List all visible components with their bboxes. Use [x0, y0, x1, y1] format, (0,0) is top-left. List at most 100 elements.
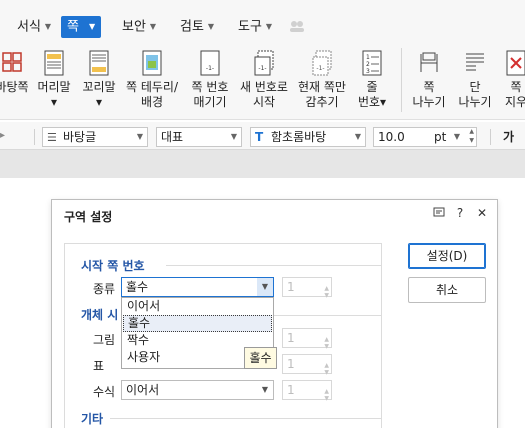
menu-review[interactable]: 검토 ▼	[180, 16, 214, 38]
table-label: 표	[93, 359, 105, 373]
page-break-icon	[420, 52, 438, 72]
toolbar-separator	[490, 129, 491, 145]
column-break-icon	[466, 53, 484, 71]
kind-value: 홀수	[126, 280, 149, 294]
font-value: 함초롬바탕	[271, 130, 327, 144]
header-button[interactable]: 머리말 ▾	[34, 50, 74, 110]
equation-label: 수식	[93, 385, 116, 399]
svg-text:-1-: -1-	[316, 65, 324, 72]
close-icon[interactable]: ✕	[475, 206, 489, 220]
page-border-label: 쪽 테두리/ 배경	[125, 80, 179, 109]
menu-format-label: 서식	[17, 19, 41, 35]
footer-button[interactable]: 꼬리말 ▾	[79, 50, 119, 110]
style-select[interactable]: ☰ 바탕글 ▼	[42, 127, 148, 147]
dropdown-option-odd[interactable]: 홀수	[123, 315, 272, 332]
language-value: 대표	[161, 130, 184, 144]
picture-start-input[interactable]: 1 ▲ ▼	[282, 328, 332, 350]
menu-tools[interactable]: 도구 ▼	[238, 16, 272, 38]
svg-text:-1-: -1-	[206, 65, 214, 72]
master-page-icon	[2, 52, 22, 72]
menu-security[interactable]: 보안 ▼	[122, 16, 156, 38]
hide-page-button[interactable]: -1- 현재 쪽만 감추기	[295, 50, 349, 110]
chevron-down-icon: ▼	[44, 22, 52, 31]
section-start-title: 시작 쪽 번호	[81, 259, 145, 273]
picture-start-value: 1	[287, 331, 295, 345]
menu-bar: 서식 ▼ 쪽 ▼ 보안 ▼ 검토 ▼ 도구 ▼	[0, 0, 525, 42]
svg-text:2: 2	[366, 61, 370, 68]
svg-text:-1-: -1-	[258, 65, 266, 72]
collaboration-icon[interactable]	[289, 19, 305, 33]
menu-format[interactable]: 서식 ▼	[17, 16, 51, 38]
hide-page-label: 현재 쪽만 감추기	[298, 80, 346, 109]
page-break-button[interactable]: 쪽 나누기	[409, 50, 449, 110]
format-toolbar: ▸ ☰ 바탕글 ▼ 대표 ▼ T 함초롬바탕 ▼ 10.0 pt ▼ ▲ ▼ 가	[0, 122, 525, 150]
page-break-label: 쪽 나누기	[412, 80, 446, 109]
footer-menu-caret: ▾	[95, 95, 103, 109]
menu-page[interactable]: 쪽 ▼	[61, 16, 102, 38]
header-menu-caret: ▾	[50, 95, 58, 109]
page-number-button[interactable]: -1- 쪽 번호 매기기	[183, 50, 237, 110]
equation-start-input[interactable]: 1 ▲ ▼	[282, 380, 332, 402]
section-setup-dialog: 구역 설정 ? ✕ 시작 쪽 번호 종류 홀수 ▼ 1 ▲ ▼ 개체 시 그림 …	[51, 199, 498, 428]
table-start-value: 1	[287, 357, 295, 371]
dialog-title: 구역 설정	[64, 210, 113, 224]
page-border-button[interactable]: 쪽 테두리/ 배경	[123, 50, 181, 110]
section-divider	[166, 265, 382, 266]
menu-page-label: 쪽	[67, 19, 79, 35]
font-icon: T	[255, 130, 264, 144]
column-break-label: 단 나누기	[458, 80, 492, 109]
equation-select[interactable]: 이어서 ▼	[121, 380, 274, 400]
font-size-unit: pt	[434, 130, 447, 144]
new-number-button[interactable]: -1- 새 번호로 시작	[237, 50, 291, 110]
menu-security-label: 보안	[122, 19, 146, 35]
kind-select[interactable]: 홀수 ▼	[121, 277, 274, 297]
section-other-title: 기타	[81, 412, 104, 426]
column-break-button[interactable]: 단 나누기	[453, 50, 497, 110]
spin-down-icon[interactable]: ▼	[324, 390, 329, 408]
dropdown-option-continue[interactable]: 이어서	[123, 298, 272, 315]
font-size-input[interactable]: 10.0 pt ▼ ▲ ▼	[373, 127, 477, 147]
chevron-down-icon: ▼	[265, 22, 273, 31]
kind-label: 종류	[93, 282, 116, 296]
option-tooltip: 홀수	[244, 347, 277, 369]
line-number-label: 줄 번호▾	[357, 80, 387, 109]
font-size-spinner-icon[interactable]: ▲ ▼	[469, 127, 474, 145]
table-start-input[interactable]: 1 ▲ ▼	[282, 354, 332, 376]
help-icon[interactable]: ?	[453, 206, 467, 220]
font-size-value: 10.0	[378, 130, 405, 144]
section-divider	[274, 315, 382, 316]
cancel-button[interactable]: 취소	[408, 277, 486, 303]
page-border-icon	[142, 50, 162, 76]
font-select[interactable]: T 함초롬바탕 ▼	[250, 127, 366, 147]
menu-review-label: 검토	[180, 19, 204, 35]
style-icon: ☰	[47, 131, 57, 144]
master-page-button[interactable]: 바탕쪽	[0, 50, 30, 95]
ok-button[interactable]: 설정(D)	[408, 243, 486, 269]
menu-tools-label: 도구	[238, 19, 262, 35]
chevron-down-icon: ▼	[354, 132, 361, 141]
picture-label: 그림	[93, 333, 116, 347]
section-objects-title: 개체 시	[81, 308, 119, 322]
equation-start-value: 1	[287, 383, 295, 397]
line-number-button[interactable]: 123 줄 번호▾	[353, 50, 391, 110]
new-number-icon: -1-	[254, 50, 274, 76]
delete-page-button[interactable]: 쪽 지우	[500, 50, 525, 110]
language-select[interactable]: 대표 ▼	[156, 127, 242, 147]
master-page-label: 바탕쪽	[0, 80, 29, 94]
kind-start-input[interactable]: 1 ▲ ▼	[282, 277, 332, 299]
spin-down-icon[interactable]: ▼	[324, 287, 329, 305]
header-label: 머리말	[37, 80, 71, 94]
footer-icon	[89, 50, 109, 76]
toolbar-separator	[34, 129, 35, 145]
chevron-down-icon: ▼	[207, 22, 215, 31]
chevron-down-icon: ▼	[453, 132, 460, 141]
bold-button[interactable]: 가	[503, 128, 514, 145]
toolbar-overflow-icon[interactable]: ▸	[0, 130, 5, 141]
chevron-down-icon: ▼	[136, 132, 143, 141]
svg-text:1: 1	[366, 54, 370, 61]
chevron-down-icon: ▼	[230, 132, 237, 141]
hide-page-icon: -1-	[312, 50, 332, 76]
dialog-option-icon[interactable]	[432, 206, 446, 222]
chevron-down-icon: ▼	[149, 22, 157, 31]
delete-page-icon	[506, 50, 525, 76]
